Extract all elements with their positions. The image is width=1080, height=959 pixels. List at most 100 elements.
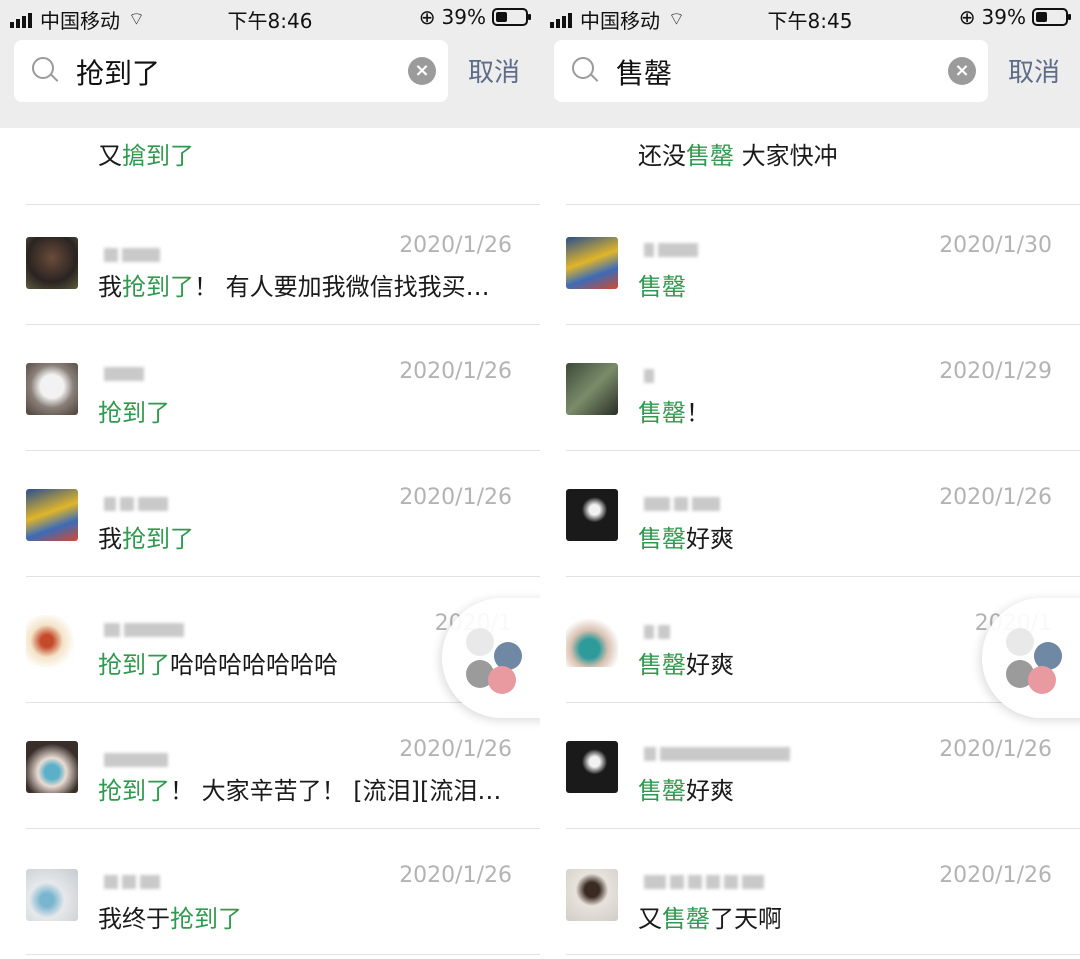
status-bar: 中国移动 ⌔ 下午8:46 ⊕ 39% — [0, 0, 540, 34]
message-preview: 我抢到了！ 有人要加我微信找我买… — [98, 267, 516, 302]
fab-dot-4 — [1028, 666, 1056, 694]
list-item[interactable]: 2020/1/29 售罄！ — [540, 325, 1080, 451]
list-item[interactable]: 2020/1/26 抢到了 — [0, 325, 540, 451]
contact-name-blurred — [104, 248, 160, 262]
contact-name-blurred — [104, 623, 184, 637]
search-query[interactable]: 抢到了 — [76, 52, 160, 92]
lock-rotation-icon: ⊕ — [958, 5, 976, 29]
contact-name-blurred — [644, 243, 698, 257]
message-text-rest: 哈哈哈哈哈哈哈 — [170, 651, 338, 679]
message-date: 2020/1/26 — [399, 485, 512, 510]
message-preview: 售罄好爽 — [638, 771, 1056, 806]
contact-name-blurred — [644, 497, 720, 511]
message-date: 2020/1/30 — [939, 233, 1052, 258]
avatar — [26, 489, 78, 541]
message-preview: 又售罄了天啊 — [638, 899, 1056, 934]
battery-icon — [1032, 8, 1071, 26]
message-highlight: 抢到了 — [122, 273, 194, 301]
avatar — [566, 615, 618, 667]
message-date: 2020/1/26 — [399, 359, 512, 384]
message-preview: 售罄！ — [638, 393, 1056, 428]
search-input[interactable]: 售罄 × — [554, 40, 988, 102]
list-item[interactable]: 2020/1/26 售罄好爽 — [540, 703, 1080, 829]
message-text: 还没 — [638, 142, 686, 170]
message-text-rest: ！ — [686, 399, 710, 427]
message-text-rest: 好爽 — [686, 651, 734, 679]
list-item[interactable]: 2020/1/26 我抢到了！ 有人要加我微信找我买… — [0, 199, 540, 325]
message-highlight: 售罄 — [638, 651, 686, 679]
message-date: 2020/1/26 — [939, 485, 1052, 510]
message-highlight: 售罄 — [662, 905, 710, 933]
search-screen-left: 中国移动 ⌔ 下午8:46 ⊕ 39% 抢到了 × 取消 又搶到了 2020/1… — [0, 0, 540, 959]
message-highlight: 抢到了 — [122, 525, 194, 553]
contact-name-blurred — [644, 625, 670, 639]
cancel-button[interactable]: 取消 — [1008, 52, 1060, 89]
fab-dot-1 — [466, 628, 494, 656]
contact-name-blurred — [104, 367, 144, 381]
contact-name-blurred — [644, 747, 790, 761]
list-item[interactable]: 2020/1/26 我终于抢到了 — [0, 829, 540, 955]
message-highlight: 抢到了 — [98, 777, 170, 805]
search-screen-right: 中国移动 ⌔ 下午8:45 ⊕ 39% 售罄 × 取消 还没售罄 大家快冲 20 — [540, 0, 1080, 959]
message-highlight: 抢到了 — [170, 905, 242, 933]
message-text-rest: ！ 大家辛苦了！ [流泪][流泪… — [170, 777, 502, 805]
list-item[interactable]: 2020/1/26 又售罄了天啊 — [540, 829, 1080, 955]
avatar — [566, 363, 618, 415]
top-bar: 中国移动 ⌔ 下午8:45 ⊕ 39% 售罄 × 取消 — [540, 0, 1080, 128]
message-date: 2020/1/26 — [939, 863, 1052, 888]
message-highlight: 售罄 — [638, 777, 686, 805]
lock-rotation-icon: ⊕ — [418, 5, 436, 29]
search-icon — [32, 57, 54, 79]
message-preview: 又搶到了 — [98, 136, 516, 171]
message-preview: 抢到了 — [98, 393, 516, 428]
search-query[interactable]: 售罄 — [616, 52, 672, 92]
message-date: 2020/1/26 — [939, 737, 1052, 762]
battery-icon — [492, 8, 531, 26]
message-date: 2020/1/29 — [939, 359, 1052, 384]
avatar — [26, 615, 78, 667]
battery-percent: 39% — [981, 5, 1026, 29]
search-icon — [572, 57, 594, 79]
clear-icon[interactable]: × — [948, 57, 976, 85]
message-preview: 抢到了！ 大家辛苦了！ [流泪][流泪… — [98, 771, 516, 806]
contact-name-blurred — [104, 875, 160, 889]
avatar — [566, 237, 618, 289]
avatar — [26, 237, 78, 289]
message-preview: 售罄 — [638, 267, 1056, 302]
message-text: 我 — [98, 273, 122, 301]
fab-dot-4 — [488, 666, 516, 694]
message-text-rest: 好爽 — [686, 777, 734, 805]
avatar — [26, 363, 78, 415]
top-bar: 中国移动 ⌔ 下午8:46 ⊕ 39% 抢到了 × 取消 — [0, 0, 540, 128]
divider — [26, 954, 540, 955]
contact-name-blurred — [104, 753, 168, 767]
cancel-button[interactable]: 取消 — [468, 52, 520, 89]
message-highlight: 抢到了 — [98, 399, 170, 427]
message-date: 2020/1/26 — [399, 737, 512, 762]
list-item[interactable]: 2020/1/26 我抢到了 — [0, 451, 540, 577]
list-item[interactable]: 2020/1/30 售罄 — [540, 199, 1080, 325]
message-text: 我 — [98, 525, 122, 553]
divider — [566, 954, 1080, 955]
status-bar: 中国移动 ⌔ 下午8:45 ⊕ 39% — [540, 0, 1080, 34]
avatar — [26, 741, 78, 793]
message-text-rest: 好爽 — [686, 525, 734, 553]
avatar — [26, 869, 78, 921]
message-preview: 我终于抢到了 — [98, 899, 516, 934]
message-highlight: 抢到了 — [98, 651, 170, 679]
message-preview: 售罄好爽 — [638, 519, 1056, 554]
message-text-rest: ！ 有人要加我微信找我买… — [194, 273, 490, 301]
search-input[interactable]: 抢到了 × — [14, 40, 448, 102]
message-highlight: 售罄 — [638, 273, 686, 301]
avatar — [566, 869, 618, 921]
message-highlight: 售罄 — [686, 142, 734, 170]
message-text: 又 — [638, 905, 662, 933]
contact-name-blurred — [644, 369, 654, 383]
battery-percent: 39% — [441, 5, 486, 29]
list-item[interactable]: 2020/1/26 售罄好爽 — [540, 451, 1080, 577]
message-highlight: 售罄 — [638, 399, 686, 427]
contact-name-blurred — [104, 497, 168, 511]
list-item[interactable]: 2020/1/26 抢到了！ 大家辛苦了！ [流泪][流泪… — [0, 703, 540, 829]
clear-icon[interactable]: × — [408, 57, 436, 85]
message-text: 我终于 — [98, 905, 170, 933]
